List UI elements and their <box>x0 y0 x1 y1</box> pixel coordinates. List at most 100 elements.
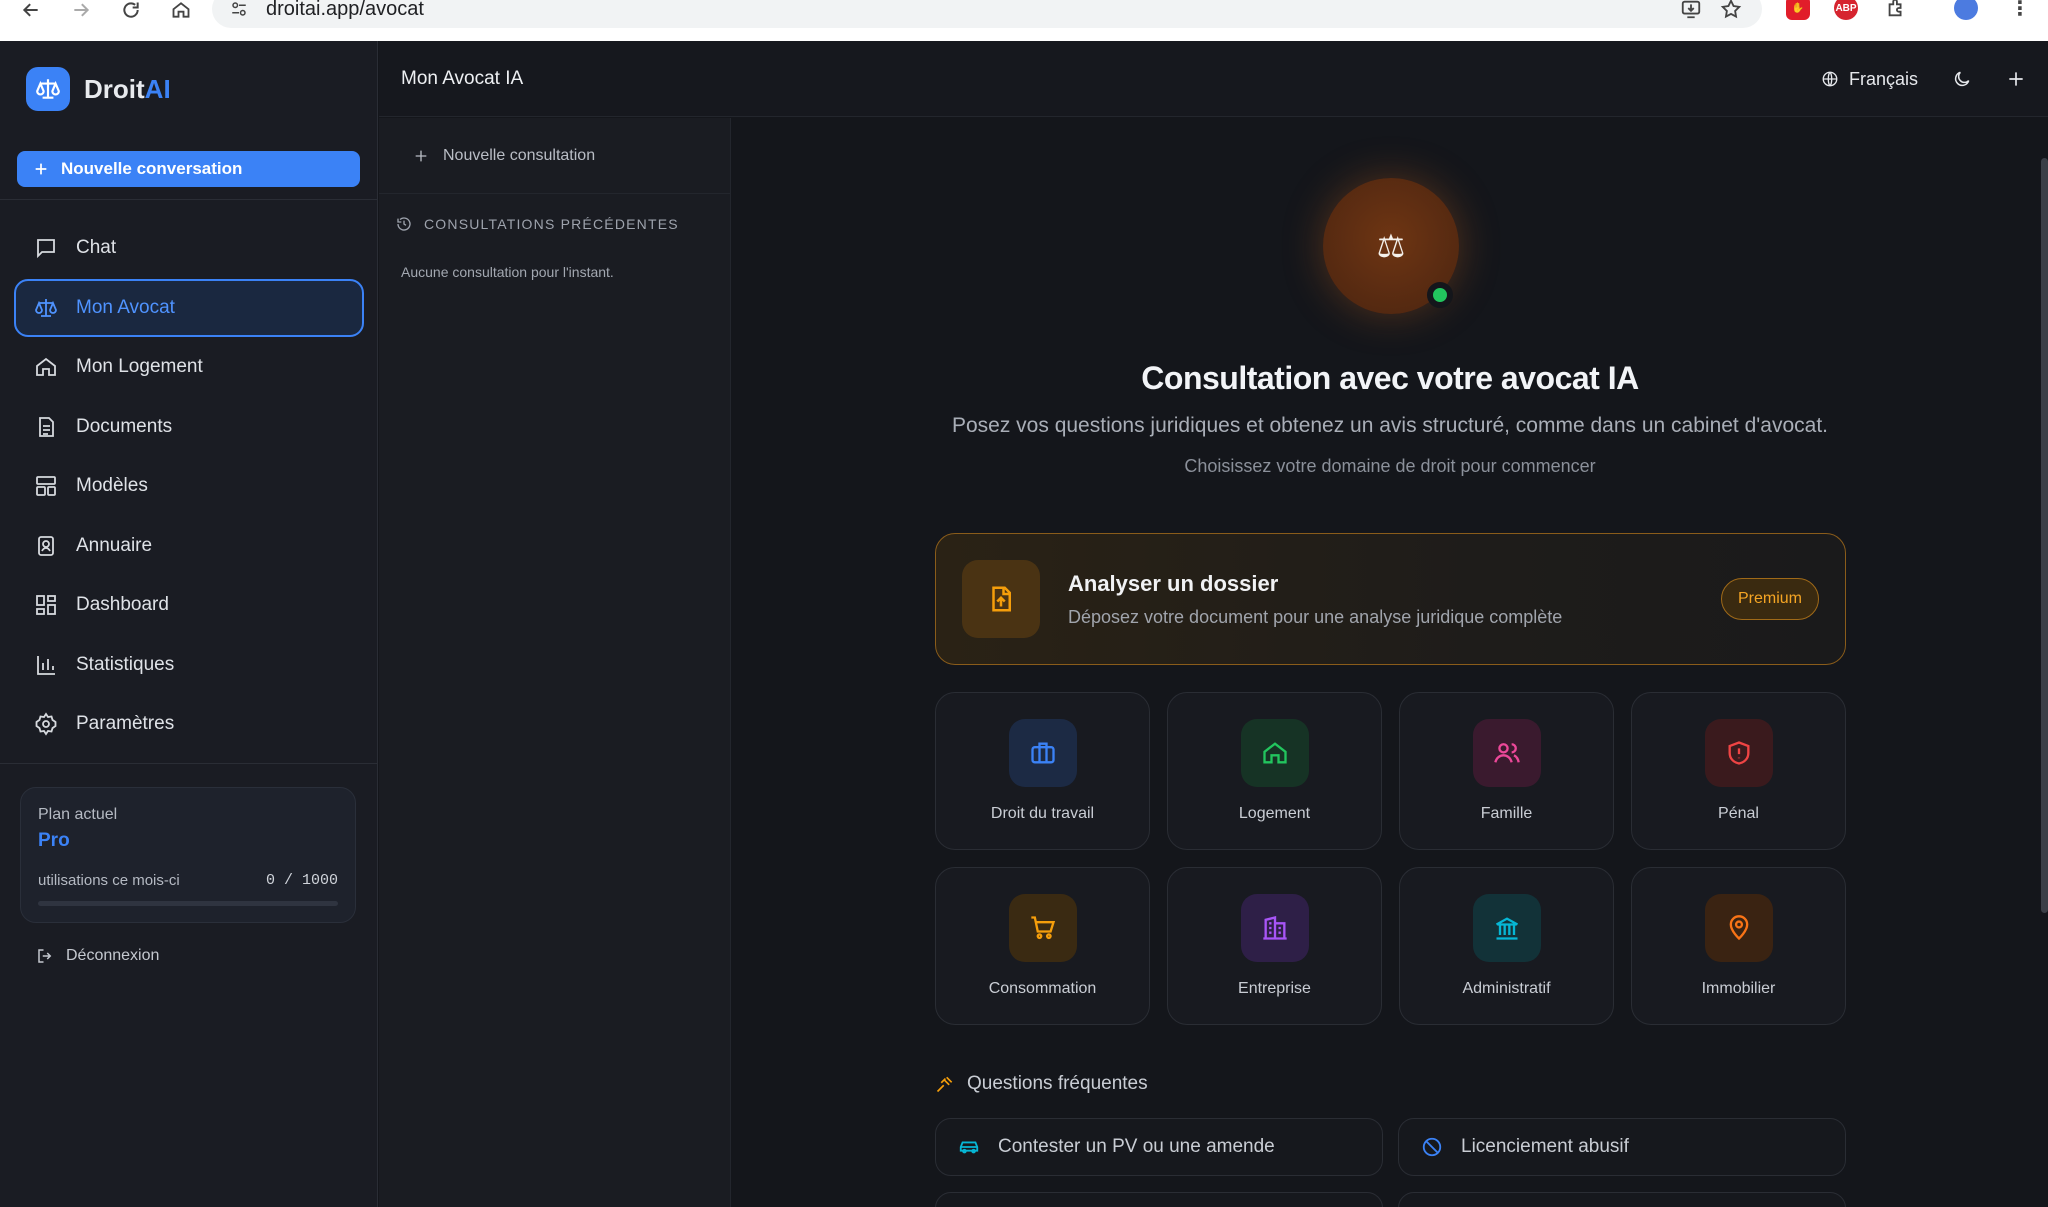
app: DroitAI Nouvelle conversation Chat Mon A… <box>0 41 2048 1207</box>
domain-label: Administratif <box>1462 980 1551 997</box>
domain-card-immobilier[interactable]: Immobilier <box>1631 867 1846 1025</box>
faq-label: Contester un PV ou une amende <box>998 1136 1275 1157</box>
history-icon <box>396 216 412 232</box>
bookmark-star-icon[interactable] <box>1720 0 1742 20</box>
domain-label: Famille <box>1480 805 1533 822</box>
domain-card-administratif[interactable]: Administratif <box>1399 867 1614 1025</box>
sidebar-item-parametres[interactable]: Paramètres <box>14 695 364 753</box>
brand-logo[interactable]: DroitAI <box>26 67 171 111</box>
sidebar-nav: Chat Mon Avocat Mon Logement Documents M… <box>14 219 364 755</box>
faq-item[interactable] <box>935 1192 1383 1207</box>
plus-icon <box>33 161 49 177</box>
plan-name: Pro <box>38 830 70 851</box>
logout-button[interactable]: Déconnexion <box>36 947 159 965</box>
sidebar-item-statistiques[interactable]: Statistiques <box>14 636 364 694</box>
domain-card-penal[interactable]: Pénal <box>1631 692 1846 850</box>
scales-icon <box>34 296 58 320</box>
globe-icon <box>1821 70 1839 88</box>
chat-icon <box>34 236 58 260</box>
plus-icon[interactable] <box>2006 69 2026 89</box>
analyze-title: Analyser un dossier <box>1068 570 1279 596</box>
sidebar-item-modeles[interactable]: Modèles <box>14 457 364 515</box>
scrollbar[interactable] <box>2041 158 2048 913</box>
users-icon <box>1472 719 1541 787</box>
install-app-icon[interactable] <box>1680 0 1702 20</box>
domain-label: Logement <box>1238 805 1311 822</box>
profile-avatar-icon[interactable] <box>1954 0 1978 20</box>
analyze-dossier-card[interactable]: Analyser un dossier Déposez votre docume… <box>935 533 1846 665</box>
adblock-icon[interactable]: ABP <box>1834 0 1858 20</box>
cart-icon <box>1008 894 1077 962</box>
landmark-icon <box>1472 894 1541 962</box>
sidebar-item-label: Mon Logement <box>76 356 203 377</box>
new-consultation-label: Nouvelle consultation <box>443 146 596 164</box>
url-text: droitai.app/avocat <box>266 0 424 20</box>
domain-card-logement[interactable]: Logement <box>1167 692 1382 850</box>
faq-label: Licenciement abusif <box>1461 1136 1629 1157</box>
top-actions: Français <box>1821 41 2026 117</box>
new-conversation-button[interactable]: Nouvelle conversation <box>17 151 360 187</box>
usage-label: utilisations ce mois-ci <box>38 872 180 889</box>
usage-progress-bar <box>38 901 338 906</box>
map-pin-icon <box>1704 894 1773 962</box>
ban-icon <box>1421 1136 1443 1158</box>
sidebar-item-documents[interactable]: Documents <box>14 398 364 456</box>
sidebar-item-dashboard[interactable]: Dashboard <box>14 576 364 634</box>
sidebar-item-label: Annuaire <box>76 534 153 556</box>
faq-item[interactable] <box>1398 1192 1846 1207</box>
sidebar-item-label: Modèles <box>76 475 148 496</box>
dark-mode-moon-icon[interactable] <box>1952 69 1972 89</box>
domain-label: Immobilier <box>1701 980 1776 997</box>
sidebar-item-chat[interactable]: Chat <box>14 219 364 277</box>
back-icon[interactable] <box>20 0 42 21</box>
faq-item-contester-pv[interactable]: Contester un PV ou une amende <box>935 1118 1383 1176</box>
sidebar-item-label: Chat <box>76 237 117 258</box>
usage-row: utilisations ce mois-ci 0 / 1000 <box>38 872 338 889</box>
sidebar-item-label: Dashboard <box>76 594 169 615</box>
new-consultation-button[interactable]: Nouvelle consultation <box>379 118 730 194</box>
domain-card-famille[interactable]: Famille <box>1399 692 1614 850</box>
forward-icon[interactable] <box>70 0 92 21</box>
home-icon <box>34 355 58 379</box>
domain-card-droit-du-travail[interactable]: Droit du travail <box>935 692 1150 850</box>
gavel-icon <box>935 1074 955 1094</box>
domain-label: Entreprise <box>1238 980 1311 997</box>
language-selector[interactable]: Français <box>1821 69 1918 90</box>
analyze-description: Déposez votre document pour une analyse … <box>1068 606 1563 627</box>
domain-card-entreprise[interactable]: Entreprise <box>1167 867 1382 1025</box>
law-domain-grid: Droit du travail Logement Famille Pénal … <box>935 692 1846 1025</box>
home-icon[interactable] <box>170 0 192 21</box>
home-icon <box>1240 719 1309 787</box>
sidebar-item-mon-avocat[interactable]: Mon Avocat <box>14 278 364 337</box>
logout-label: Déconnexion <box>66 947 160 964</box>
templates-icon <box>34 474 58 498</box>
sidebar-item-annuaire[interactable]: Annuaire <box>14 517 364 575</box>
premium-badge: Premium <box>1720 578 1819 620</box>
file-upload-icon <box>962 560 1040 638</box>
gear-icon <box>34 712 58 736</box>
reload-icon[interactable] <box>120 0 142 21</box>
main-heading: Consultation avec votre avocat IA <box>1141 360 1639 396</box>
extension-red-icon[interactable]: ✋ <box>1786 0 1810 20</box>
site-settings-icon[interactable] <box>230 0 248 18</box>
domain-label: Pénal <box>1718 805 1759 822</box>
main-content: ⚖ Consultation avec votre avocat IA Pose… <box>732 118 2048 1207</box>
usage-count: 0 / 1000 <box>265 872 338 889</box>
page-title: Mon Avocat IA <box>401 67 524 89</box>
sidebar-item-label: Statistiques <box>76 653 175 675</box>
sidebar-item-label: Paramètres <box>76 713 175 734</box>
browser-menu-icon[interactable]: ⋮ <box>2008 0 2032 20</box>
main-subtitle: Posez vos questions juridiques et obtene… <box>951 414 1828 437</box>
extensions-puzzle-icon[interactable] <box>1884 0 1908 20</box>
divider <box>0 199 378 200</box>
sidebar-item-mon-logement[interactable]: Mon Logement <box>14 338 364 396</box>
shield-alert-icon <box>1704 719 1773 787</box>
briefcase-icon <box>1008 719 1077 787</box>
domain-label: Consommation <box>988 980 1097 997</box>
address-bar[interactable]: droitai.app/avocat <box>212 0 1762 28</box>
directory-icon <box>34 534 58 558</box>
domain-card-consommation[interactable]: Consommation <box>935 867 1150 1025</box>
plan-label: Plan actuel <box>38 806 118 823</box>
sidebar: DroitAI Nouvelle conversation Chat Mon A… <box>0 41 378 1207</box>
faq-item-licenciement[interactable]: Licenciement abusif <box>1398 1118 1846 1176</box>
